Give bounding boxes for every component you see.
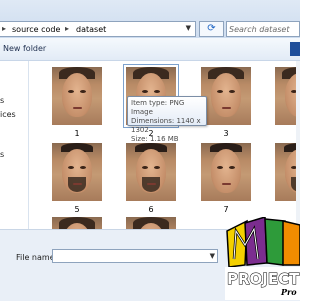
logo-subtitle-text: Pro — [280, 287, 297, 297]
search-input[interactable] — [229, 23, 299, 35]
tooltip-item-type: Item type: PNG Image — [131, 99, 185, 116]
nav-item[interactable]: s — [0, 150, 4, 159]
file-name-label: 5 — [74, 205, 80, 214]
refresh-button[interactable]: ⟳ — [199, 21, 224, 37]
file-name-label: 7 — [223, 205, 229, 214]
logo-graphic: PROJECT B Pro — [225, 216, 317, 300]
thumbnail-image — [52, 143, 102, 201]
thumbnail-image — [52, 67, 102, 125]
file-name-input[interactable] — [55, 251, 205, 261]
thumbnail-image — [201, 67, 251, 125]
vertical-scrollbar[interactable] — [296, 61, 300, 229]
project-watermark-logo: PROJECT B Pro — [225, 216, 317, 300]
thumbnail-image — [52, 217, 102, 229]
chevron-down-icon[interactable]: ▼ — [210, 252, 215, 260]
refresh-icon: ⟳ — [207, 23, 216, 34]
chevron-down-icon[interactable]: ▼ — [186, 24, 191, 32]
search-field[interactable] — [226, 21, 300, 37]
thumbnail-image — [126, 217, 176, 229]
file-list[interactable]: 1 2 3 5 6 7 — [29, 61, 300, 229]
logo-title-text: PROJECT B — [227, 270, 300, 288]
help-icon[interactable] — [290, 42, 300, 56]
file-info-tooltip: Item type: PNG Image Dimensions: 1140 x … — [127, 96, 207, 143]
file-name-combobox[interactable]: ▼ — [52, 249, 218, 263]
breadcrumb-item-source-code[interactable]: source code — [12, 25, 60, 34]
breadcrumb[interactable]: ▸ source code ▸ dataset ▼ — [0, 21, 196, 37]
chevron-right-icon[interactable]: ▸ — [65, 24, 69, 33]
address-bar-row: ▸ source code ▸ dataset ▼ ⟳ — [0, 0, 300, 38]
chevron-right-icon[interactable]: ▸ — [2, 24, 6, 33]
new-folder-button[interactable]: New folder — [3, 44, 46, 53]
nav-item[interactable]: ices — [0, 110, 16, 119]
tooltip-size: Size: 1.16 MB — [131, 135, 179, 143]
thumbnail-image — [201, 143, 251, 201]
nav-item[interactable]: s — [0, 96, 4, 105]
navigation-pane[interactable]: s ices s — [0, 61, 29, 229]
breadcrumb-item-dataset[interactable]: dataset — [76, 25, 106, 34]
file-name-label: 6 — [148, 205, 154, 214]
tooltip-dimensions: Dimensions: 1140 x 1302 — [131, 117, 201, 134]
toolbar: New folder — [0, 38, 300, 61]
file-name-label: 1 — [74, 129, 80, 138]
thumbnail-image — [126, 143, 176, 201]
